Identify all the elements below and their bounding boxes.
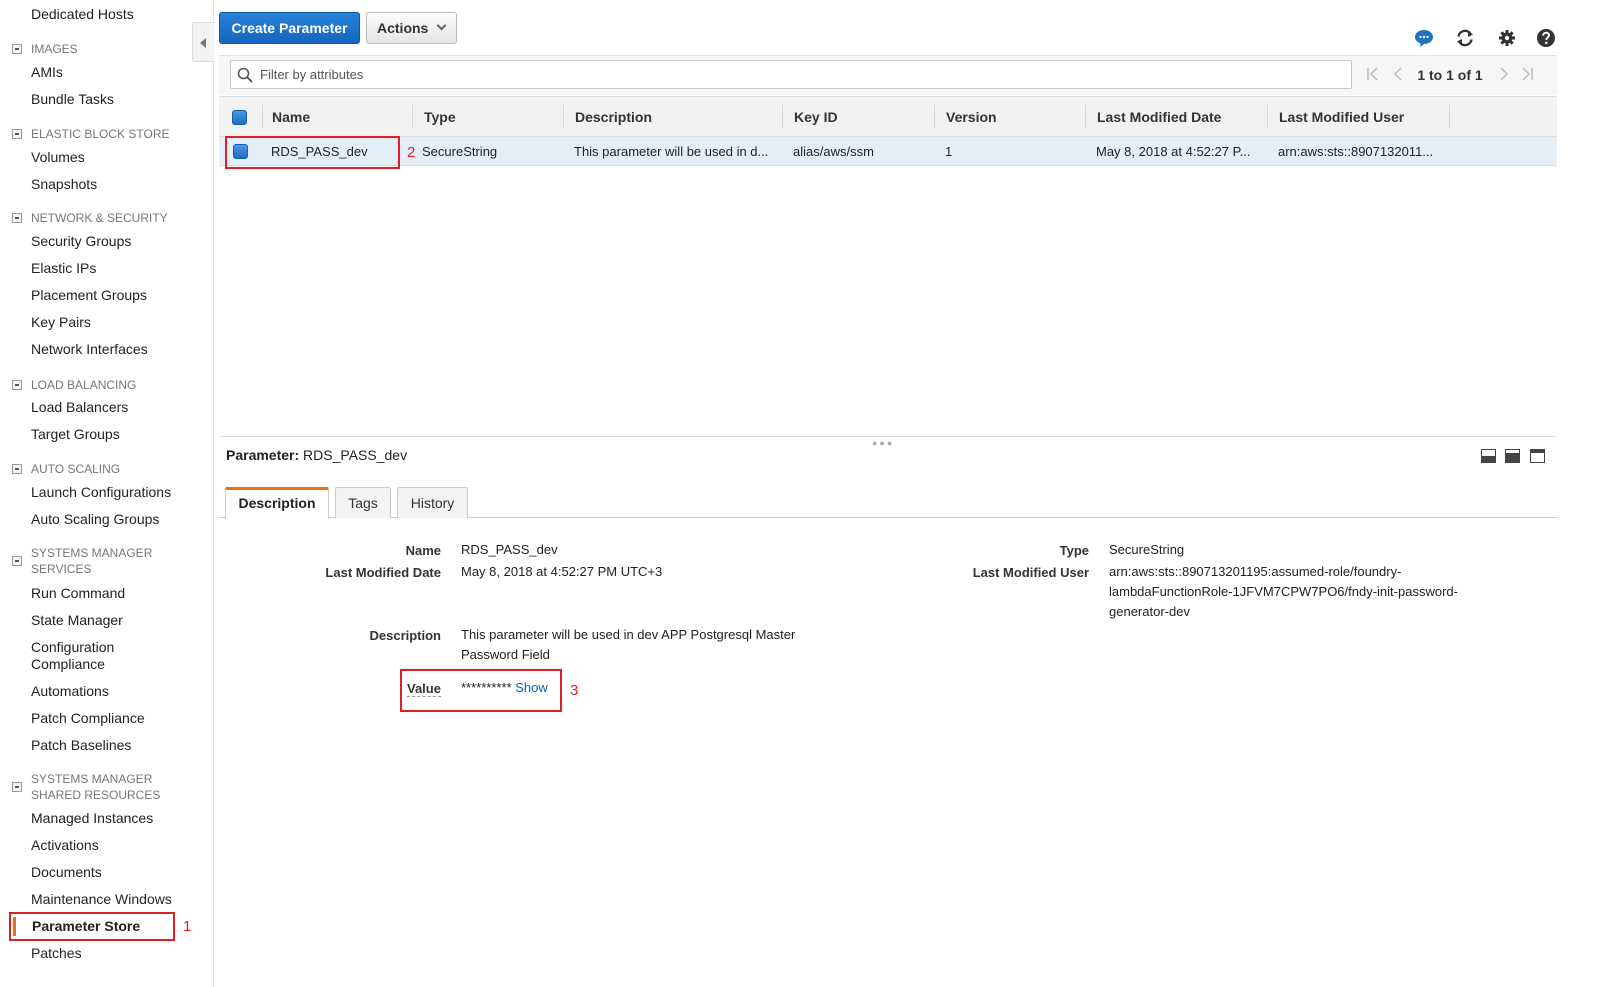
cell-key-id: alias/aws/ssm <box>793 144 874 159</box>
tab-tags[interactable]: Tags <box>335 487 391 518</box>
sidebar-item-key-pairs[interactable]: Key Pairs <box>31 314 91 330</box>
last-page-icon[interactable] <box>1520 66 1534 82</box>
sidebar-item-snapshots[interactable]: Snapshots <box>31 176 97 192</box>
actions-dropdown-button[interactable]: Actions <box>366 12 457 44</box>
sidebar-item-bundle-tasks[interactable]: Bundle Tasks <box>31 91 114 107</box>
annotation-number-2: 2 <box>407 144 416 161</box>
pagination-text: 1 to 1 of 1 <box>1417 67 1483 83</box>
annotation-number-3: 3 <box>570 682 579 699</box>
value-description: This parameter will be used in dev APP P… <box>461 627 796 662</box>
tab-description[interactable]: Description <box>225 487 329 519</box>
sidebar-item-elastic-ips[interactable]: Elastic IPs <box>31 260 96 276</box>
label-type: Type <box>1059 543 1089 558</box>
cell-last-modified-user: arn:aws:sts::8907132011... <box>1278 144 1434 159</box>
sidebar: Dedicated Hosts IMAGES AMIs Bundle Tasks… <box>0 0 214 987</box>
sidebar-item-volumes[interactable]: Volumes <box>31 149 85 165</box>
cell-last-modified-date: May 8, 2018 at 4:52:27 P... <box>1096 144 1251 159</box>
column-header-last-modified-user[interactable]: Last Modified User <box>1279 109 1404 125</box>
sidebar-item-automations[interactable]: Automations <box>31 683 109 699</box>
collapse-icon <box>12 556 22 566</box>
tab-history[interactable]: History <box>397 487 468 518</box>
pane-size-large-icon[interactable] <box>1530 449 1545 463</box>
cell-type: SecureString <box>422 144 498 159</box>
annotation-box-3 <box>400 669 562 712</box>
column-header-name[interactable]: Name <box>272 109 310 125</box>
sidebar-item-configuration-compliance[interactable]: Configuration Compliance <box>31 639 131 673</box>
sidebar-item-target-groups[interactable]: Target Groups <box>31 426 120 442</box>
refresh-icon[interactable] <box>1455 28 1475 48</box>
sidebar-item-dedicated-hosts[interactable]: Dedicated Hosts <box>31 6 134 22</box>
sidebar-item-security-groups[interactable]: Security Groups <box>31 233 131 249</box>
pane-size-small-icon[interactable] <box>1481 449 1496 463</box>
create-parameter-button[interactable]: Create Parameter <box>219 12 360 44</box>
sidebar-item-amis[interactable]: AMIs <box>31 64 63 80</box>
collapse-icon <box>12 129 22 139</box>
collapse-icon <box>12 213 22 223</box>
gear-icon[interactable] <box>1497 28 1517 48</box>
column-header-type[interactable]: Type <box>424 109 456 125</box>
column-header-description[interactable]: Description <box>575 109 652 125</box>
label-description: Description <box>369 628 441 643</box>
table-header: Name Type Description Key ID Version Las… <box>219 96 1557 137</box>
parameter-title: Parameter: RDS_PASS_dev <box>226 447 408 463</box>
drag-handle-icon[interactable]: ●●● <box>872 438 894 448</box>
select-all-checkbox[interactable] <box>232 110 247 125</box>
sidebar-item-activations[interactable]: Activations <box>31 837 99 853</box>
collapse-icon <box>12 380 22 390</box>
label-last-modified-date: Last Modified Date <box>325 565 441 580</box>
search-icon <box>237 67 253 83</box>
help-icon[interactable] <box>1536 28 1556 48</box>
first-page-icon[interactable] <box>1366 66 1380 82</box>
sidebar-item-managed-instances[interactable]: Managed Instances <box>31 810 153 826</box>
sidebar-item-network-interfaces[interactable]: Network Interfaces <box>31 341 148 357</box>
filter-input[interactable] <box>230 60 1352 89</box>
collapse-icon <box>12 44 22 54</box>
cell-description: This parameter will be used in d... <box>574 144 769 159</box>
column-header-key-id[interactable]: Key ID <box>794 109 838 125</box>
pane-size-medium-icon[interactable] <box>1505 449 1520 463</box>
value-name: RDS_PASS_dev <box>461 542 558 557</box>
sidebar-item-patches[interactable]: Patches <box>31 945 82 961</box>
table-row[interactable]: RDS_PASS_dev SecureString This parameter… <box>219 137 1557 166</box>
annotation-number-1: 1 <box>183 918 192 935</box>
sidebar-item-maintenance-windows[interactable]: Maintenance Windows <box>31 891 172 907</box>
sidebar-item-launch-configurations[interactable]: Launch Configurations <box>31 484 171 500</box>
chevron-down-icon <box>436 20 447 31</box>
sidebar-item-patch-compliance[interactable]: Patch Compliance <box>31 710 145 726</box>
value-type: SecureString <box>1109 542 1185 557</box>
sidebar-item-placement-groups[interactable]: Placement Groups <box>31 287 147 303</box>
next-page-icon[interactable] <box>1497 66 1511 82</box>
annotation-box-1 <box>9 912 175 941</box>
column-header-version[interactable]: Version <box>946 109 997 125</box>
cell-version: 1 <box>945 144 953 159</box>
chat-icon[interactable] <box>1414 28 1434 48</box>
value-last-modified-user: arn:aws:sts::890713201195:assumed-role/f… <box>1109 564 1458 619</box>
label-last-modified-user: Last Modified User <box>972 565 1089 580</box>
sidebar-item-state-manager[interactable]: State Manager <box>31 612 123 628</box>
sidebar-item-run-command[interactable]: Run Command <box>31 585 125 601</box>
label-name: Name <box>405 543 441 558</box>
sidebar-item-auto-scaling-groups[interactable]: Auto Scaling Groups <box>31 511 159 527</box>
collapse-sidebar-button[interactable] <box>192 22 214 62</box>
collapse-icon <box>12 464 22 474</box>
collapse-icon <box>12 782 22 792</box>
annotation-box-2 <box>225 136 400 169</box>
value-last-modified-date: May 8, 2018 at 4:52:27 PM UTC+3 <box>461 564 663 579</box>
previous-page-icon[interactable] <box>1391 66 1405 82</box>
pane-splitter[interactable] <box>219 436 1557 437</box>
column-header-last-modified-date[interactable]: Last Modified Date <box>1097 109 1221 125</box>
sidebar-item-load-balancers[interactable]: Load Balancers <box>31 399 128 415</box>
sidebar-item-documents[interactable]: Documents <box>31 864 102 880</box>
sidebar-item-patch-baselines[interactable]: Patch Baselines <box>31 737 131 753</box>
